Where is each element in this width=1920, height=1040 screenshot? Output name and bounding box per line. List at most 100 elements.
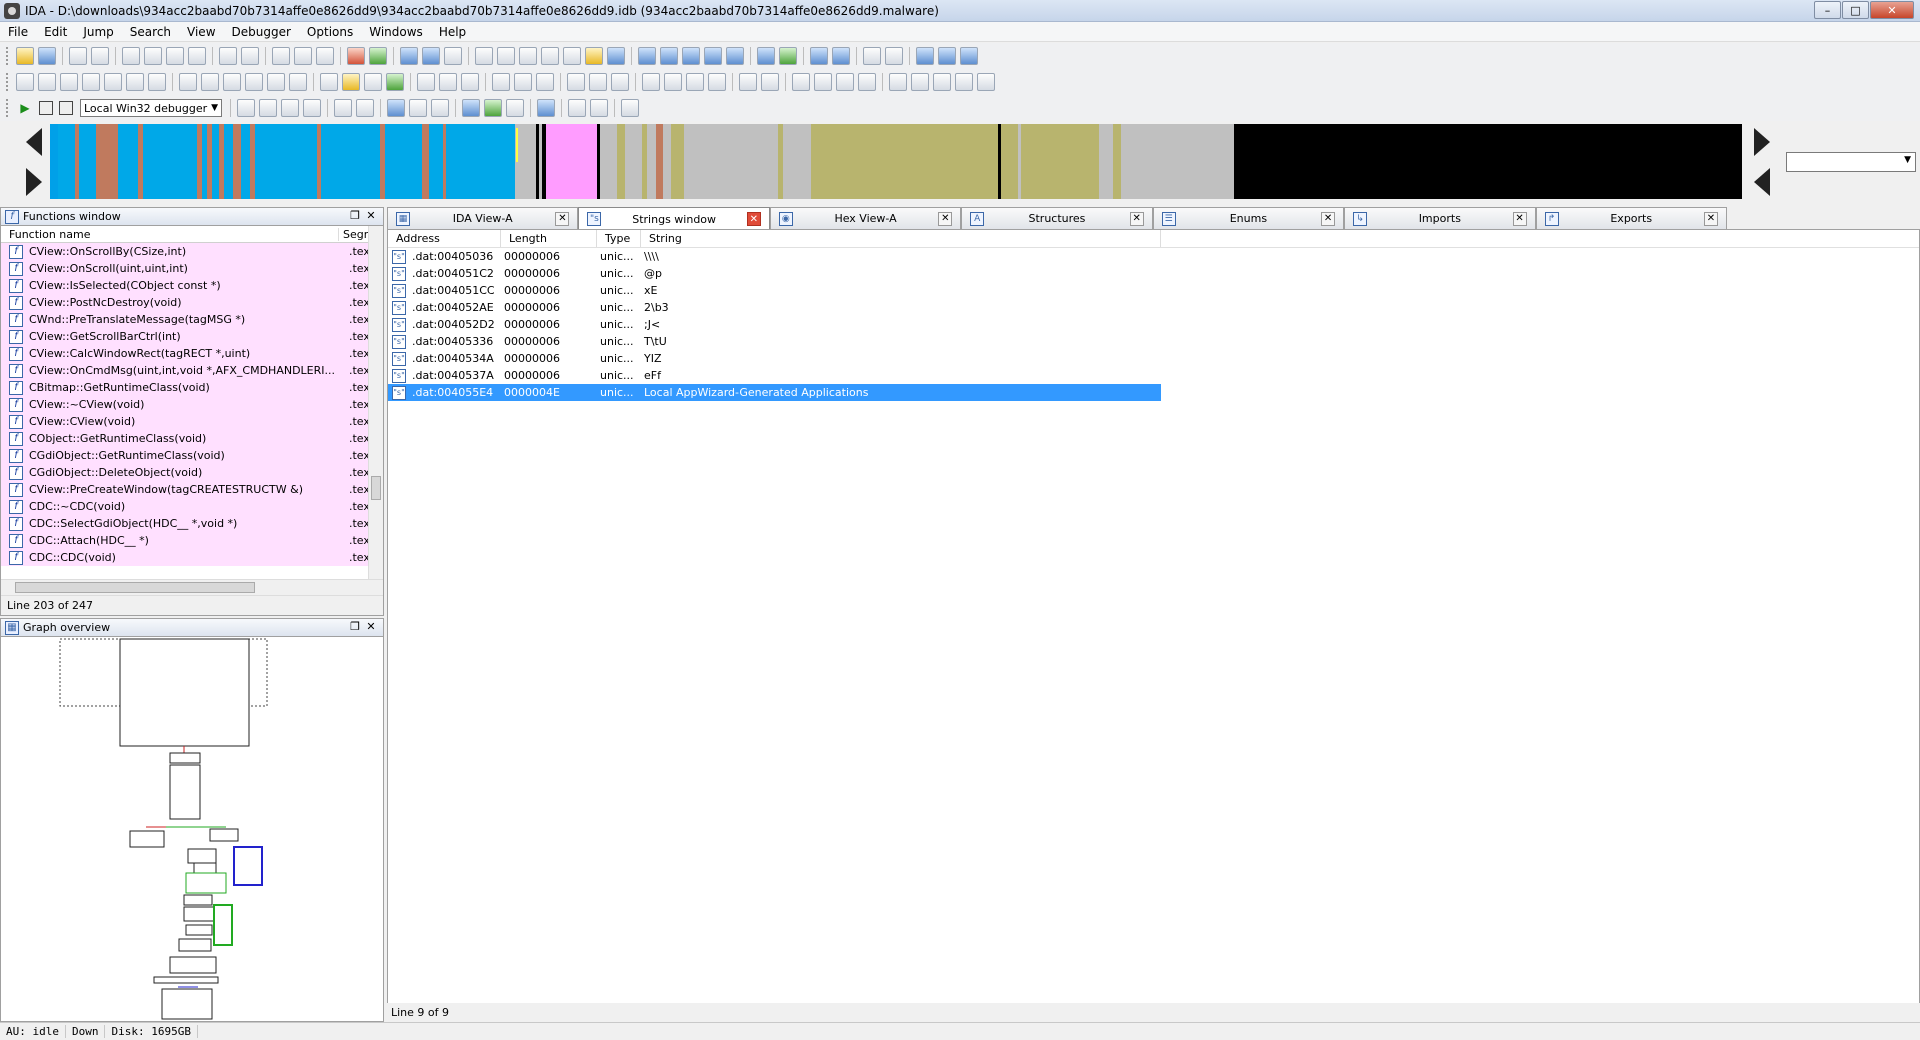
hex-view-icon[interactable] (422, 47, 440, 65)
menu-help[interactable]: Help (431, 22, 474, 42)
xref-icon[interactable] (664, 73, 682, 91)
menu-windows[interactable]: Windows (361, 22, 431, 42)
xref-icon[interactable] (642, 73, 660, 91)
menu-file[interactable]: File (0, 22, 36, 42)
function-end-icon[interactable] (461, 73, 479, 91)
options-icon[interactable] (621, 99, 639, 117)
toolbar-grip[interactable] (6, 73, 10, 91)
close-button[interactable]: ✕ (1870, 1, 1914, 19)
close-icon[interactable]: ✕ (746, 212, 761, 226)
align-icon[interactable] (761, 73, 779, 91)
make-ascii-icon[interactable] (60, 73, 78, 91)
navigation-bar[interactable] (50, 124, 1742, 199)
close-icon[interactable]: ✕ (555, 211, 570, 226)
comment-icon[interactable] (792, 73, 810, 91)
function-row[interactable]: f CView::PostNcDestroy(void) .text (1, 294, 383, 311)
nav-right-arrow-icon[interactable] (26, 168, 42, 196)
run-to-cursor-icon[interactable] (281, 99, 299, 117)
delete-icon[interactable] (148, 73, 166, 91)
search-next-icon[interactable] (144, 47, 162, 65)
float-icon[interactable]: ❐ (347, 620, 363, 633)
threads-icon[interactable] (537, 99, 555, 117)
play-icon[interactable]: ▶ (17, 100, 33, 116)
step-out-icon[interactable] (303, 99, 321, 117)
function-row[interactable]: f CDC::CDC(void) .text (1, 549, 383, 566)
trace-add-icon[interactable] (484, 99, 502, 117)
graph-tree-icon[interactable] (933, 73, 951, 91)
menu-search[interactable]: Search (122, 22, 179, 42)
string-row[interactable]: "s" .dat:004055E4 0000004E unic... Local App… (388, 384, 1161, 401)
column-header-string[interactable]: String (641, 230, 1161, 247)
document-icon[interactable] (320, 73, 338, 91)
function-row[interactable]: f CBitmap::GetRuntimeClass(void) .text (1, 379, 383, 396)
back-icon[interactable] (69, 47, 87, 65)
save-icon[interactable] (38, 47, 56, 65)
tab-ida-view-a[interactable]: ▦ IDA View-A ✕ (387, 207, 579, 229)
float-icon[interactable]: ❐ (347, 209, 363, 222)
script-icon[interactable] (779, 47, 797, 65)
down-arrow-icon[interactable] (219, 47, 237, 65)
hide-all-icon[interactable] (536, 73, 554, 91)
menu-debugger[interactable]: Debugger (224, 22, 299, 42)
toolbar-grip[interactable] (6, 47, 10, 65)
pause-icon[interactable] (39, 101, 53, 115)
comment-icon[interactable] (836, 73, 854, 91)
green-circle-icon[interactable] (369, 47, 387, 65)
function-row[interactable]: f CDC::~CDC(void) .text (1, 498, 383, 515)
close-icon[interactable]: ✕ (1703, 211, 1718, 226)
close-icon[interactable]: ✕ (363, 209, 379, 222)
menu-view[interactable]: View (179, 22, 223, 42)
breakpoint-icon[interactable] (409, 99, 427, 117)
offset-icon[interactable] (245, 73, 263, 91)
offset-icon[interactable] (267, 73, 285, 91)
nav-zoom-in-arrow-icon[interactable] (1754, 128, 1770, 156)
run-script-icon[interactable] (386, 73, 404, 91)
column-header-type[interactable]: Type (597, 230, 641, 247)
segment-icon[interactable] (916, 47, 934, 65)
search-binary-icon[interactable] (188, 47, 206, 65)
watch-icon[interactable] (568, 99, 586, 117)
scrollbar-thumb[interactable] (15, 582, 255, 593)
string-row[interactable]: "s" .dat:004051CC 00000006 unic... xE (388, 282, 1161, 299)
string-row[interactable]: "s" .dat:00405336 00000006 unic... T\tU (388, 333, 1161, 350)
function-row[interactable]: f CDC::Attach(HDC__ *) .text (1, 532, 383, 549)
rename-icon[interactable] (126, 73, 144, 91)
names-icon[interactable] (726, 47, 744, 65)
debugger-select[interactable]: Local Win32 debugger ▼ (80, 99, 222, 117)
binoculars-icon[interactable] (122, 47, 140, 65)
tab-structures[interactable]: A Structures ✕ (961, 207, 1153, 229)
export-icon[interactable] (364, 73, 382, 91)
window-icon[interactable] (638, 47, 656, 65)
hide-icon[interactable] (492, 73, 510, 91)
clear-breakpoint-icon[interactable] (431, 99, 449, 117)
make-code-icon[interactable] (16, 73, 34, 91)
column-header-length[interactable]: Length (501, 230, 597, 247)
function-row[interactable]: f CView::OnScrollBy(CSize,int) .text (1, 243, 383, 260)
watch-icon[interactable] (590, 99, 608, 117)
string-row[interactable]: "s" .dat:004052AE 00000006 unic... 2\b3 (388, 299, 1161, 316)
functions-horizontal-scrollbar[interactable] (1, 579, 383, 595)
string-row[interactable]: "s" .dat:0040534A 00000006 unic... YIZ (388, 350, 1161, 367)
cross-reference-icon[interactable] (497, 47, 515, 65)
stop-icon[interactable] (59, 101, 73, 115)
function-row[interactable]: f CView::CalcWindowRect(tagRECT *,uint) .t… (1, 345, 383, 362)
forward-icon[interactable] (91, 47, 109, 65)
make-array-icon[interactable] (82, 73, 100, 91)
function-row[interactable]: f CDC::SelectGdiObject(HDC__ *,void *) .te… (1, 515, 383, 532)
step-into-icon[interactable] (237, 99, 255, 117)
nav-left-arrow-icon[interactable] (26, 128, 42, 156)
function-row[interactable]: f CGdiObject::GetRuntimeClass(void) .text (1, 447, 383, 464)
disassembly-view-icon[interactable] (400, 47, 418, 65)
function-row[interactable]: f CView::CView(void) .text (1, 413, 383, 430)
string-row[interactable]: "s" .dat:004051C2 00000006 unic... @p (388, 265, 1161, 282)
toolbar-grip[interactable] (6, 99, 10, 117)
graph-tree-icon[interactable] (911, 73, 929, 91)
string-row[interactable]: "s" .dat:004052D2 00000006 unic... ;J< (388, 316, 1161, 333)
function-row[interactable]: f CWnd::PreTranslateMessage(tagMSG *) .tex… (1, 311, 383, 328)
unhide-icon[interactable] (514, 73, 532, 91)
menu-jump[interactable]: Jump (75, 22, 121, 42)
graph-tree-icon[interactable] (977, 73, 995, 91)
graph-tree-icon[interactable] (889, 73, 907, 91)
nav-select[interactable]: ▼ (1786, 152, 1916, 172)
folder-icon[interactable] (342, 73, 360, 91)
